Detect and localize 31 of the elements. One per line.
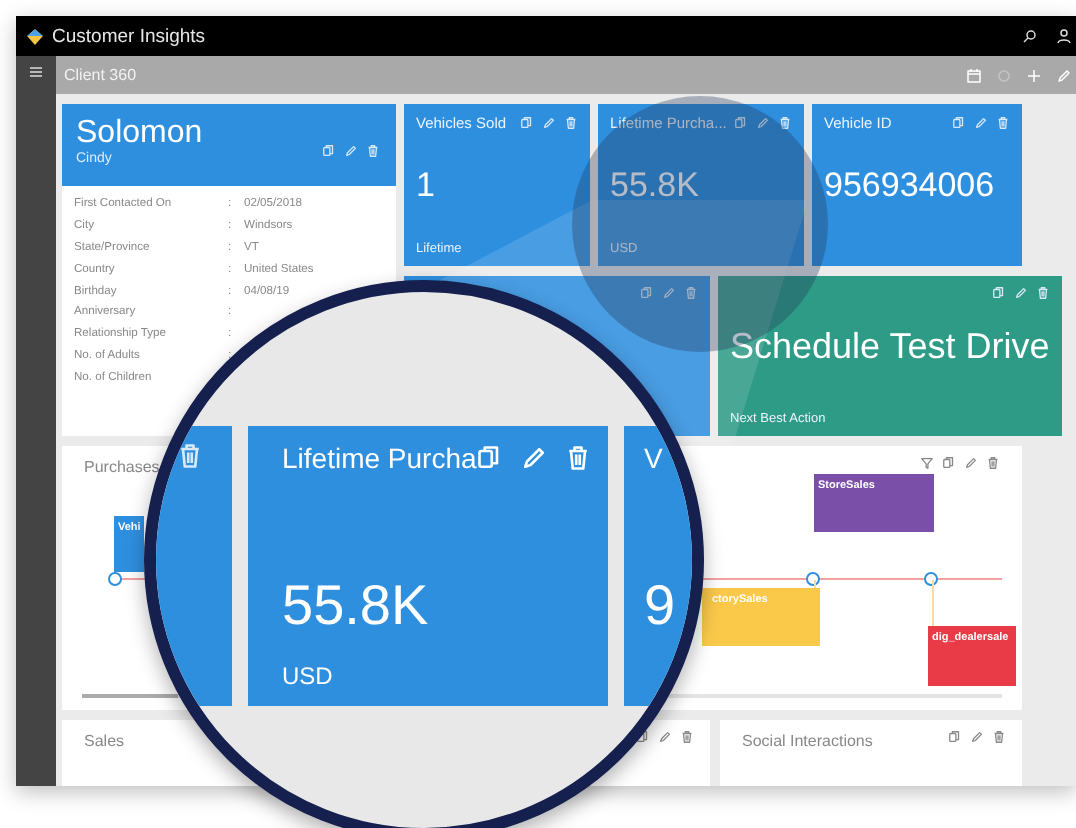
- tile-value: Schedule Test Drive: [730, 326, 1050, 368]
- page-title: Client 360: [64, 66, 137, 84]
- window-title: Customer Insights: [52, 25, 206, 47]
- panel-title: Sales: [84, 732, 125, 750]
- tile-value: 9: [644, 574, 678, 638]
- tile-value: 1: [416, 166, 437, 206]
- pencil-icon[interactable]: [520, 444, 549, 472]
- menu-icon[interactable]: [28, 64, 44, 80]
- tile-value: 55.8K: [610, 166, 701, 206]
- tile-title: V: [644, 442, 663, 474]
- pencil-icon[interactable]: [964, 456, 978, 470]
- app-logo-icon: [26, 27, 44, 45]
- panel-title: Purchases: [84, 458, 160, 476]
- tile-value: 55.8K: [282, 574, 431, 638]
- timeline-node[interactable]: [806, 572, 820, 586]
- tile-title: Lifetime Purcha: [282, 442, 477, 474]
- tile-value: 956934006: [824, 166, 997, 206]
- search-icon[interactable]: [1022, 28, 1038, 44]
- timeline-node[interactable]: [108, 572, 122, 586]
- scrollbar-thumb[interactable]: [82, 694, 178, 698]
- pencil-icon[interactable]: [970, 730, 984, 744]
- calendar-icon[interactable]: [966, 67, 982, 83]
- timeline-node[interactable]: [924, 572, 938, 586]
- tile-caption: USD: [282, 662, 335, 690]
- pencil-icon[interactable]: [658, 730, 672, 744]
- filter-icon[interactable]: [920, 456, 934, 470]
- person-icon[interactable]: [1056, 28, 1072, 44]
- plus-icon[interactable]: [1026, 67, 1042, 83]
- leader-line: [932, 580, 934, 626]
- panel-title: Social Interactions: [742, 732, 873, 750]
- contact-name: Solomon: [76, 116, 203, 151]
